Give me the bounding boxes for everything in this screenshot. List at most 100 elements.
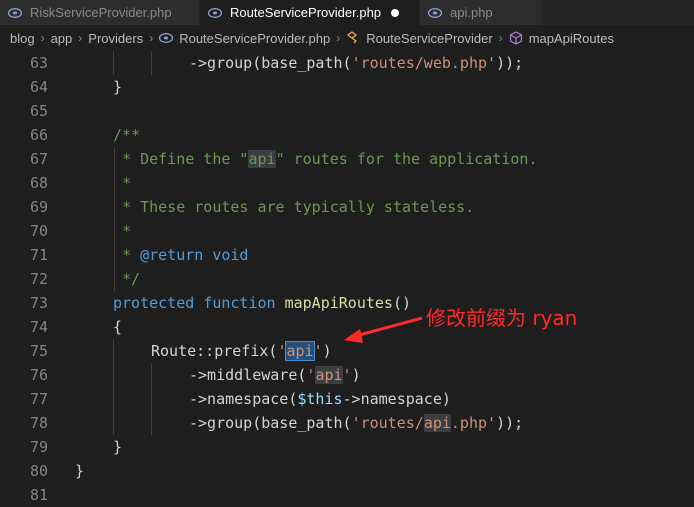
chevron-right-icon: › — [149, 31, 154, 45]
chevron-right-icon: › — [336, 31, 341, 45]
breadcrumb-item[interactable]: RouteServiceProvider.php — [179, 31, 330, 46]
code-token: * These routes are typically stateless. — [113, 198, 475, 216]
breadcrumb-item[interactable]: RouteServiceProvider — [366, 31, 492, 46]
indent-guide — [113, 387, 114, 411]
code-line[interactable]: 81 — [0, 483, 694, 507]
indent-guide — [151, 363, 152, 387]
code-token: */ — [113, 270, 141, 288]
code-token: )); — [496, 54, 524, 72]
code-token: api — [285, 341, 315, 361]
code-line[interactable]: 71 * @return void — [0, 243, 694, 267]
comment-indent-guide — [114, 147, 115, 291]
code-token: )); — [496, 414, 524, 432]
code-line[interactable]: 68 * — [0, 171, 694, 195]
code-token: ' — [342, 366, 352, 384]
line-number: 69 — [29, 198, 48, 216]
code-token: ' — [313, 342, 323, 360]
code-line[interactable]: 76 ->middleware('api') — [0, 363, 694, 387]
code-token: api — [248, 150, 276, 168]
code-line[interactable]: 72 */ — [0, 267, 694, 291]
code-token: ) — [351, 366, 361, 384]
line-number: 77 — [29, 390, 48, 408]
chevron-right-icon: › — [40, 31, 45, 45]
code-token: ->group(base_path( — [189, 414, 352, 432]
code-token: api — [423, 414, 451, 432]
code-token: ->middleware( — [189, 366, 307, 384]
code-line[interactable]: 64} — [0, 75, 694, 99]
breadcrumb-item[interactable]: mapApiRoutes — [529, 31, 614, 46]
code-token: protected — [113, 294, 195, 312]
code-token: } — [113, 438, 123, 456]
line-number: 67 — [29, 150, 48, 168]
code-line[interactable]: 77 ->namespace($this->namespace) — [0, 387, 694, 411]
code-text: ->middleware('api') — [189, 363, 361, 387]
code-token: ->group(base_path( — [189, 54, 352, 72]
indent-guide — [151, 387, 152, 411]
line-number: 64 — [29, 78, 48, 96]
code-token: @return — [140, 246, 204, 264]
line-number: 80 — [29, 462, 48, 480]
breadcrumb-item[interactable]: Providers — [88, 31, 143, 46]
code-line[interactable]: 70 * — [0, 219, 694, 243]
code-line[interactable]: 67 * Define the "api" routes for the app… — [0, 147, 694, 171]
code-line[interactable]: 65 — [0, 99, 694, 123]
tab-routeserviceprovider[interactable]: RouteServiceProvider.php — [200, 0, 420, 25]
line-number: 63 — [29, 54, 48, 72]
code-token: * — [113, 246, 141, 264]
tab-label: RouteServiceProvider.php — [230, 5, 382, 20]
annotation-text: 修改前缀为 ryan — [426, 306, 578, 330]
code-line[interactable]: 66 /** — [0, 123, 694, 147]
code-text: * These routes are typically stateless. — [113, 195, 474, 219]
tab-api[interactable]: api.php — [420, 0, 542, 25]
code-token: $this — [297, 390, 343, 408]
code-text: * Define the "api" routes for the applic… — [113, 147, 537, 171]
indent-guide — [113, 51, 114, 75]
code-token: * — [113, 174, 132, 192]
tab-riskserviceprovider[interactable]: RiskServiceProvider.php — [0, 0, 200, 25]
code-editor[interactable]: 63 ->group(base_path('routes/web.php')); 6… — [0, 51, 694, 505]
code-token: ->namespace) — [342, 390, 451, 408]
line-number: 73 — [29, 294, 48, 312]
indent-guide — [151, 411, 152, 435]
php-file-icon — [428, 7, 442, 18]
line-number: 78 — [29, 414, 48, 432]
code-line[interactable]: 69 * These routes are typically stateles… — [0, 195, 694, 219]
code-token: } — [75, 462, 85, 480]
code-line[interactable]: 80} — [0, 459, 694, 483]
code-token: /** — [113, 126, 141, 144]
breadcrumb-item[interactable]: blog — [10, 31, 35, 46]
php-file-icon — [159, 33, 174, 43]
code-token: .php' — [450, 414, 497, 432]
code-token: * Define the " — [113, 150, 249, 168]
arrow-icon — [344, 316, 423, 343]
unsaved-dot-icon[interactable] — [391, 8, 400, 17]
line-number: 75 — [29, 342, 48, 360]
line-number: 72 — [29, 270, 48, 288]
indent-guide — [113, 363, 114, 387]
code-line[interactable]: 63 ->group(base_path('routes/web.php')); — [0, 51, 694, 75]
code-line[interactable]: 78 ->group(base_path('routes/api.php')); — [0, 411, 694, 435]
tab-label: api.php — [450, 5, 493, 20]
tab-label: RiskServiceProvider.php — [30, 5, 172, 20]
code-token: 'routes/web.php' — [351, 54, 497, 72]
code-line[interactable]: 79} — [0, 435, 694, 459]
code-token: 'routes/ — [351, 414, 424, 432]
code-text: * — [113, 219, 131, 243]
php-file-icon — [8, 7, 22, 18]
indent-guide — [113, 339, 114, 363]
line-number: 71 — [29, 246, 48, 264]
indent-guide — [151, 51, 152, 75]
line-number: 81 — [29, 486, 48, 504]
code-token: void — [203, 246, 249, 264]
breadcrumb-item[interactable]: app — [51, 31, 73, 46]
code-text: /** — [113, 123, 140, 147]
method-symbol-icon — [509, 31, 523, 45]
code-text: } — [113, 435, 122, 459]
line-number: 66 — [29, 126, 48, 144]
tab-bar: RiskServiceProvider.php RouteServiceProv… — [0, 0, 694, 25]
code-text: ->group(base_path('routes/api.php')); — [189, 411, 523, 435]
code-text: * — [113, 171, 131, 195]
code-text: * @return void — [113, 243, 248, 267]
